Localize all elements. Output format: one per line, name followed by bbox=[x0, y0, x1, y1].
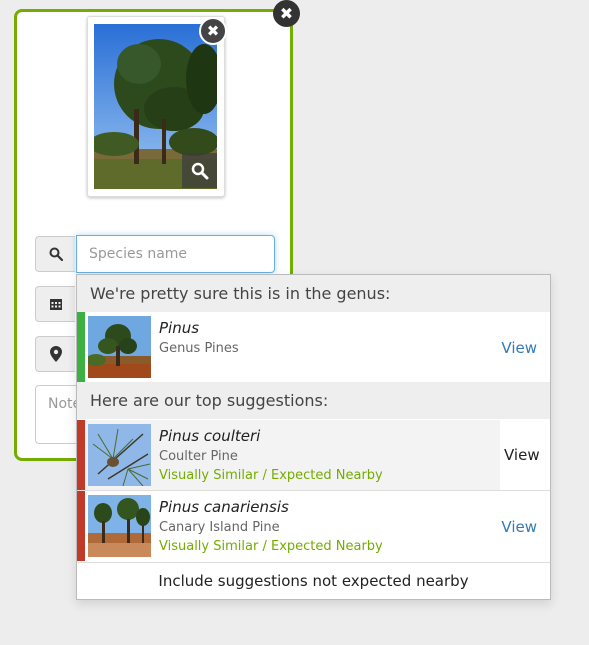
top-suggestions-heading: Here are our top suggestions: bbox=[77, 382, 550, 419]
zoom-photo-button[interactable] bbox=[182, 153, 217, 188]
suggestion-row-pinus-coulteri[interactable]: Pinus coulteri Coulter Pine Visually Sim… bbox=[77, 420, 550, 490]
suggestion-view-link[interactable]: View bbox=[500, 420, 550, 490]
suggestion-accent-bar bbox=[77, 420, 85, 490]
close-icon: ✖ bbox=[206, 22, 220, 40]
include-not-nearby-link[interactable]: Include suggestions not expected nearby bbox=[77, 562, 550, 599]
genus-suggestion-row[interactable]: Pinus Genus Pines View bbox=[77, 312, 550, 382]
visually-similar-tag: Visually Similar bbox=[159, 468, 259, 483]
tag-separator: / bbox=[262, 468, 267, 483]
genus-common-name: Genus Pines bbox=[159, 341, 239, 356]
date-field-addon[interactable] bbox=[35, 286, 75, 322]
expected-nearby-tag: Expected Nearby bbox=[270, 468, 383, 483]
tag-separator: / bbox=[262, 539, 267, 554]
genus-name: Pinus bbox=[159, 319, 200, 337]
species-name-input[interactable] bbox=[76, 235, 275, 273]
card-close-button[interactable]: ✖ bbox=[273, 0, 300, 27]
map-marker-icon bbox=[49, 346, 62, 362]
genus-accent-bar bbox=[77, 312, 85, 382]
genus-heading: We're pretty sure this is in the genus: bbox=[77, 275, 550, 312]
species-suggestions-dropdown: We're pretty sure this is in the genus: … bbox=[76, 274, 551, 600]
suggestion-accent-bar bbox=[77, 491, 85, 561]
suggestion-common-name: Canary Island Pine bbox=[159, 520, 280, 535]
suggestion-tags: Visually Similar / Expected Nearby bbox=[159, 468, 383, 483]
suggestion-row-pinus-canariensis[interactable]: Pinus canariensis Canary Island Pine Vis… bbox=[77, 491, 550, 561]
search-icon bbox=[49, 247, 63, 261]
close-icon: ✖ bbox=[279, 4, 294, 23]
suggestion-scientific-name: Pinus coulteri bbox=[159, 427, 261, 445]
suggestion-scientific-name: Pinus canariensis bbox=[159, 498, 289, 516]
remove-photo-button[interactable]: ✖ bbox=[199, 17, 227, 45]
visually-similar-tag: Visually Similar bbox=[159, 539, 259, 554]
location-field-addon[interactable] bbox=[35, 336, 75, 372]
suggestion-thumbnail bbox=[88, 424, 151, 486]
suggestion-thumbnail bbox=[88, 495, 151, 557]
suggestion-common-name: Coulter Pine bbox=[159, 449, 238, 464]
suggestion-view-link[interactable]: View bbox=[501, 518, 537, 536]
search-icon bbox=[191, 162, 208, 179]
expected-nearby-tag: Expected Nearby bbox=[270, 539, 383, 554]
calendar-icon bbox=[49, 299, 62, 310]
species-search-addon bbox=[35, 236, 75, 272]
suggestion-tags: Visually Similar / Expected Nearby bbox=[159, 539, 383, 554]
genus-view-link[interactable]: View bbox=[501, 339, 537, 357]
genus-thumbnail bbox=[88, 316, 151, 378]
